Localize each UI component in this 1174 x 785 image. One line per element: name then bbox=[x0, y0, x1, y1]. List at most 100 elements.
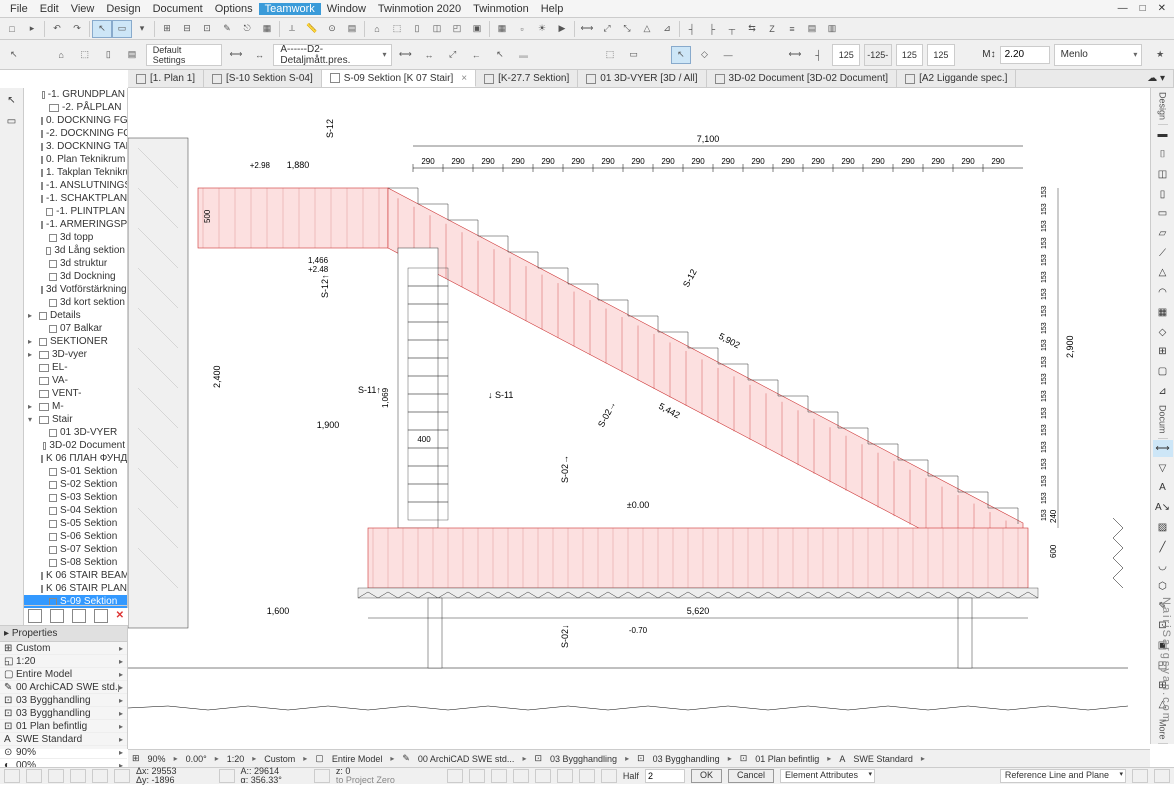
tool-slab-icon[interactable]: ▱ bbox=[1153, 225, 1173, 243]
close-button[interactable]: ✕ bbox=[1154, 3, 1170, 14]
tool-mesh-icon[interactable]: ⊿ bbox=[1153, 382, 1173, 400]
property-row[interactable]: ✎00 ArchiCAD SWE std.pennor (pla...▸ bbox=[0, 681, 127, 694]
sb-end1-icon[interactable] bbox=[1132, 769, 1148, 783]
tool-dim-icon[interactable]: ⟷ bbox=[1153, 440, 1173, 458]
meth4-icon[interactable]: ← bbox=[466, 46, 486, 64]
scale-value[interactable]: 1:20 bbox=[227, 754, 245, 764]
nav-save-icon[interactable] bbox=[72, 609, 86, 623]
open-button[interactable]: ▸ bbox=[22, 20, 42, 38]
nav-item[interactable]: 3D-02 Document bbox=[24, 439, 127, 452]
property-row[interactable]: ⊡03 Bygghandling▸ bbox=[0, 694, 127, 707]
dim-d1-icon[interactable]: ↔ bbox=[250, 46, 270, 64]
default-settings-button[interactable]: Default Settings bbox=[146, 44, 222, 66]
nav-item[interactable]: ▸SEKTIONER bbox=[24, 335, 127, 348]
doc-icon[interactable]: ▯ bbox=[99, 46, 119, 64]
tool-door-icon[interactable]: ⌷ bbox=[1153, 146, 1173, 164]
z-icon[interactable]: Z bbox=[762, 20, 782, 38]
menu-file[interactable]: File bbox=[4, 3, 34, 15]
nav-settings-icon[interactable] bbox=[94, 609, 108, 623]
order2-icon[interactable]: ▤ bbox=[802, 20, 822, 38]
tool-line-icon[interactable]: ╱ bbox=[1153, 538, 1173, 556]
sb-z-icon[interactable] bbox=[314, 769, 330, 783]
trace-icon[interactable]: ⊙ bbox=[322, 20, 342, 38]
tab-01-3d-vyer-3d-all-[interactable]: 01 3D-VYER [3D / All] bbox=[578, 70, 706, 87]
view-elev-icon[interactable]: ▯ bbox=[407, 20, 427, 38]
render-icon[interactable]: ▦ bbox=[492, 20, 512, 38]
property-row[interactable]: ◱1:20▸ bbox=[0, 655, 127, 668]
tool-morph-icon[interactable]: ◇ bbox=[1153, 323, 1173, 341]
menu-document[interactable]: Document bbox=[147, 3, 209, 15]
favorites-icon[interactable]: ★ bbox=[1150, 46, 1170, 64]
sun-icon[interactable]: ☀ bbox=[532, 20, 552, 38]
sb-m8-icon[interactable] bbox=[601, 769, 617, 783]
nav-item[interactable]: EL- bbox=[24, 361, 127, 374]
sb-snap-icon[interactable] bbox=[26, 769, 42, 783]
nav-item[interactable]: S-06 Sektion bbox=[24, 530, 127, 543]
witness1-icon[interactable]: ⟷ bbox=[785, 46, 805, 64]
arrow-tool-icon[interactable]: ↖ bbox=[4, 46, 24, 64]
sb-trace-icon[interactable] bbox=[70, 769, 86, 783]
fit-icon[interactable]: ⊞ bbox=[132, 753, 140, 764]
nav-item[interactable]: S-03 Sektion bbox=[24, 491, 127, 504]
half-input[interactable] bbox=[645, 769, 685, 783]
tool-stair-icon[interactable]: ⟋ bbox=[1153, 244, 1173, 262]
tool-arc-icon[interactable]: ◡ bbox=[1153, 558, 1173, 576]
nav-item[interactable]: 1. Takplan Teknikrum bbox=[24, 166, 127, 179]
menu-window[interactable]: Window bbox=[321, 3, 372, 15]
edit-icon[interactable]: ✎ bbox=[217, 20, 237, 38]
nav-item[interactable]: -1. GRUNDPLAN bbox=[24, 88, 127, 101]
nav-item[interactable]: 3d Dockning bbox=[24, 270, 127, 283]
view-sec-icon[interactable]: ◫ bbox=[427, 20, 447, 38]
nav-item[interactable]: ▸3D-vyer bbox=[24, 348, 127, 361]
maximize-button[interactable]: □ bbox=[1136, 3, 1150, 14]
nav-item[interactable]: VENT- bbox=[24, 387, 127, 400]
dim2-icon[interactable]: ⤢ bbox=[597, 20, 617, 38]
order-icon[interactable]: ≡ bbox=[782, 20, 802, 38]
sb-abs-icon[interactable] bbox=[219, 769, 235, 783]
nav-item[interactable]: K 06 STAIR PLAN bbox=[24, 582, 127, 595]
align2-icon[interactable]: ├ bbox=[702, 20, 722, 38]
dist-icon[interactable]: ⇆ bbox=[742, 20, 762, 38]
sb-end2-icon[interactable] bbox=[1154, 769, 1170, 783]
wset1-value[interactable]: 03 Bygghandling bbox=[550, 754, 617, 764]
dim-value-input[interactable] bbox=[1000, 46, 1050, 64]
nav-item[interactable]: ▸M- bbox=[24, 400, 127, 413]
sb-m4-icon[interactable] bbox=[513, 769, 529, 783]
cancel-button[interactable]: Cancel bbox=[728, 769, 774, 783]
combo-value[interactable]: Custom bbox=[264, 754, 295, 764]
nav-item[interactable]: 3d Lång sektion bbox=[24, 244, 127, 257]
property-row[interactable]: ⊡03 Bygghandling▸ bbox=[0, 707, 127, 720]
property-row[interactable]: ▢Entire Model▸ bbox=[0, 668, 127, 681]
badge-125-3[interactable]: 125 bbox=[896, 44, 924, 66]
lay-icon[interactable]: ▤ bbox=[122, 46, 142, 64]
ok-button[interactable]: OK bbox=[691, 769, 722, 783]
meth5-icon[interactable]: ↖ bbox=[490, 46, 510, 64]
property-row[interactable]: ⊞Custom▸ bbox=[0, 642, 127, 655]
view-home-icon[interactable]: ⌂ bbox=[367, 20, 387, 38]
tool-level-icon[interactable]: ▽ bbox=[1153, 459, 1173, 477]
group-icon[interactable]: ⊞ bbox=[157, 20, 177, 38]
align-icon[interactable]: ┤ bbox=[682, 20, 702, 38]
minimize-button[interactable]: — bbox=[1114, 3, 1132, 14]
suspend-icon[interactable]: ⊡ bbox=[197, 20, 217, 38]
nav-item[interactable]: 3d topp bbox=[24, 231, 127, 244]
marker1-icon[interactable]: ⬚ bbox=[600, 46, 620, 64]
ref-line-dropdown[interactable]: Reference Line and Plane bbox=[1000, 769, 1126, 783]
tab--1-plan-1-[interactable]: [1. Plan 1] bbox=[128, 70, 204, 87]
badge-125-2[interactable]: -125- bbox=[864, 44, 892, 66]
sb-m5-icon[interactable] bbox=[535, 769, 551, 783]
view-icon[interactable]: ⬚ bbox=[75, 46, 95, 64]
home-icon[interactable]: ⌂ bbox=[51, 46, 71, 64]
view-3d-icon[interactable]: ⬚ bbox=[387, 20, 407, 38]
menu-edit[interactable]: Edit bbox=[34, 3, 65, 15]
lock-icon[interactable]: ▦ bbox=[257, 20, 277, 38]
tm-icon[interactable]: ▶ bbox=[552, 20, 572, 38]
tab-s-09-sektion-k-07-stair-[interactable]: S-09 Sektion [K 07 Stair]× bbox=[322, 70, 476, 87]
undo-button[interactable]: ↶ bbox=[47, 20, 67, 38]
nav-item[interactable]: 3d struktur bbox=[24, 257, 127, 270]
nav-item[interactable]: ▾Stair bbox=[24, 413, 127, 426]
measure-icon[interactable]: 📏 bbox=[302, 20, 322, 38]
sb-m3-icon[interactable] bbox=[491, 769, 507, 783]
tool-arrow[interactable]: ↖ bbox=[2, 90, 22, 110]
nav-item[interactable]: S-02 Sektion bbox=[24, 478, 127, 491]
